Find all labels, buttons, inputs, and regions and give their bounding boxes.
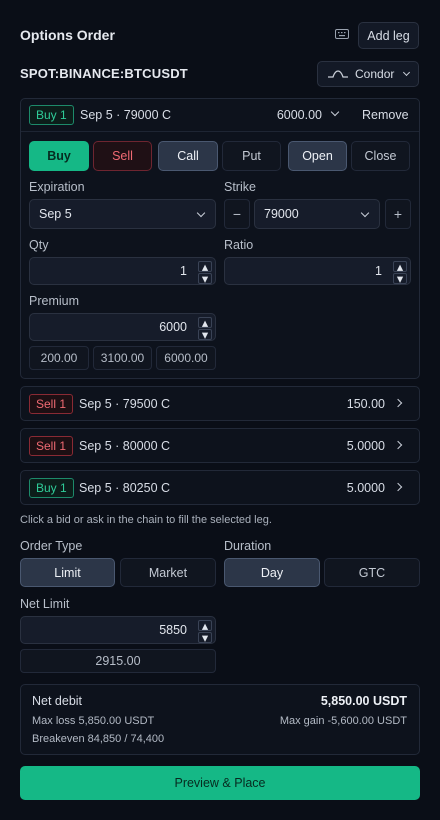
- net-debit-label: Net debit: [32, 694, 83, 708]
- leg-side-badge: Buy 1: [29, 105, 74, 125]
- qty-label: Qty: [29, 238, 49, 252]
- leg-value: 150.00: [346, 397, 385, 411]
- panel-title: Options Order: [20, 27, 115, 43]
- net-limit-preset-button[interactable]: 2915.00: [20, 649, 216, 673]
- strike-label: Strike: [224, 180, 256, 194]
- divider: [21, 131, 419, 132]
- order-type-label: Order Type: [20, 539, 83, 553]
- chevron-down-icon: [196, 208, 206, 218]
- leg-summary: Sep 5 · 79500 C: [79, 397, 171, 411]
- strategy-label: Condor: [355, 67, 395, 81]
- leg-premium: 6000.00: [276, 108, 322, 122]
- leg-value: 5.0000: [346, 439, 385, 453]
- duration-label: Duration: [224, 539, 272, 553]
- ratio-label: Ratio: [224, 238, 254, 252]
- strike-decrement-button[interactable]: −: [224, 199, 250, 229]
- close-button[interactable]: Close: [351, 141, 410, 171]
- leg-side-badge: Sell 1: [29, 436, 74, 456]
- premium-preset-button[interactable]: 6000.00: [156, 346, 216, 370]
- qty-stepper[interactable]: ▴ ▾: [198, 260, 212, 286]
- preview-place-button[interactable]: Preview & Place: [20, 766, 420, 800]
- max-gain: Max gain -5,600.00 USDT: [279, 715, 407, 727]
- chevron-down-icon: [360, 208, 370, 218]
- strike-value: 79000: [264, 207, 299, 221]
- premium-preset-button[interactable]: 200.00: [29, 346, 89, 370]
- expiration-label: Expiration: [29, 180, 85, 194]
- hint-text: Click a bid or ask in the chain to fill …: [20, 514, 272, 526]
- qty-value: 1: [180, 264, 187, 278]
- duration-day-button[interactable]: Day: [224, 558, 320, 587]
- sell-button[interactable]: Sell: [93, 141, 152, 171]
- premium-value: 6000: [159, 320, 187, 334]
- expiration-value: Sep 5: [39, 207, 72, 221]
- ratio-input[interactable]: 1 ▴ ▾: [224, 257, 411, 286]
- ratio-value: 1: [375, 264, 382, 278]
- leg-side-badge: Buy 1: [29, 478, 74, 498]
- symbol-label: SPOT:BINANCE:BTCUSDT: [20, 66, 188, 81]
- leg-value: 5.0000: [346, 481, 385, 495]
- leg-summary: Sep 5 · 80250 C: [79, 481, 171, 495]
- keyboard-icon[interactable]: [335, 28, 349, 40]
- condor-icon: [328, 70, 348, 78]
- add-leg-button[interactable]: Add leg: [358, 22, 419, 49]
- ratio-stepper[interactable]: ▴ ▾: [393, 260, 407, 286]
- premium-input[interactable]: 6000 ▴ ▾: [29, 313, 216, 342]
- open-button[interactable]: Open: [288, 141, 347, 171]
- buy-button[interactable]: Buy: [29, 141, 89, 171]
- net-limit-stepper[interactable]: ▴ ▾: [198, 619, 212, 645]
- premium-preset-button[interactable]: 3100.00: [93, 346, 152, 370]
- order-type-limit-button[interactable]: Limit: [20, 558, 115, 587]
- leg-summary[interactable]: Sep 5 · 79000 C: [80, 108, 171, 122]
- net-debit-value: 5,850.00 USDT: [320, 694, 407, 708]
- leg-summary: Sep 5 · 80000 C: [79, 439, 171, 453]
- strategy-select[interactable]: Condor: [317, 61, 419, 87]
- strike-increment-button[interactable]: +: [385, 199, 411, 229]
- strike-select[interactable]: 79000: [254, 199, 380, 229]
- duration-gtc-button[interactable]: GTC: [324, 558, 420, 587]
- net-limit-input[interactable]: 5850 ▴ ▾: [20, 616, 216, 645]
- premium-label: Premium: [29, 294, 80, 308]
- net-limit-label: Net Limit: [20, 597, 70, 611]
- put-button[interactable]: Put: [222, 141, 281, 171]
- premium-stepper[interactable]: ▴ ▾: [198, 316, 212, 342]
- breakeven: Breakeven 84,850 / 74,400: [32, 733, 165, 745]
- max-loss: Max loss 5,850.00 USDT: [32, 715, 155, 727]
- expiration-select[interactable]: Sep 5: [29, 199, 216, 229]
- call-button[interactable]: Call: [158, 141, 218, 171]
- leg-side-badge: Sell 1: [29, 394, 74, 414]
- order-type-market-button[interactable]: Market: [120, 558, 216, 587]
- net-limit-value: 5850: [159, 623, 187, 637]
- chevron-down-icon: [402, 68, 411, 77]
- qty-input[interactable]: 1 ▴ ▾: [29, 257, 216, 286]
- remove-leg-button[interactable]: Remove: [362, 108, 409, 122]
